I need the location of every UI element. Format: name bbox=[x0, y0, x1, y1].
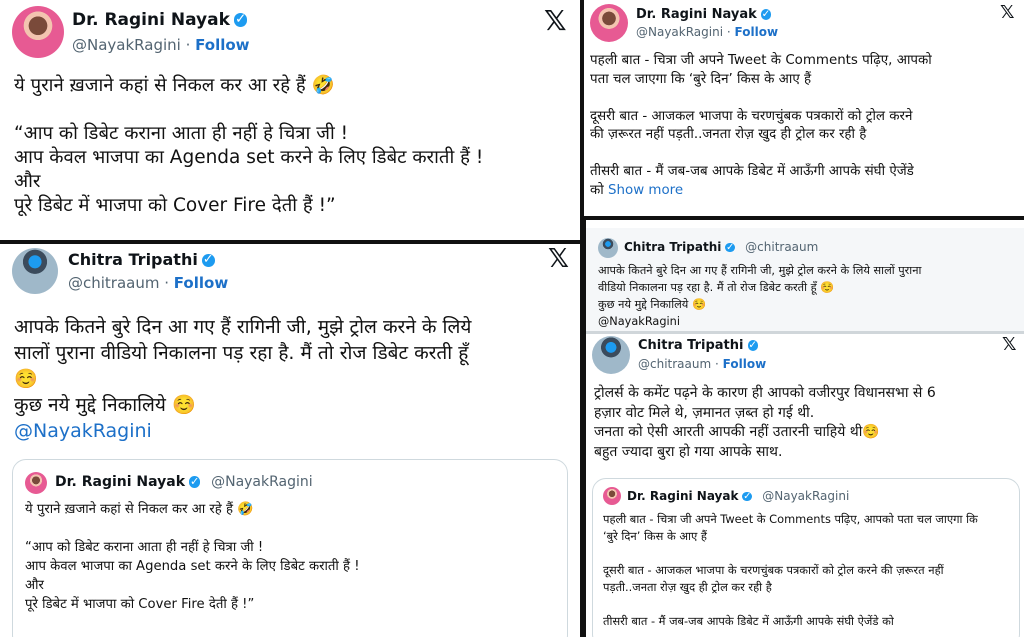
quoted-tweet-text: ये पुराने ख़जाने कहां से निकल कर आ रहे ह… bbox=[25, 502, 360, 612]
verified-badge-icon: ✓ bbox=[747, 339, 758, 352]
verified-badge-icon: ✓ bbox=[742, 490, 753, 502]
author-handle[interactable]: @chitraaum bbox=[68, 274, 159, 292]
author-name-text: Chitra Tripathi bbox=[68, 250, 198, 269]
quoted-author-row: Dr. Ragini Nayak ✓ @NayakRagini bbox=[627, 489, 849, 503]
show-more-link[interactable]: Show more bbox=[608, 183, 683, 198]
author-handle[interactable]: @NayakRagini bbox=[636, 25, 723, 39]
tweet-text: ये पुराने ख़जाने कहां से निकल कर आ रहे ह… bbox=[14, 75, 484, 216]
avatar[interactable] bbox=[590, 4, 628, 42]
quoted-author-handle: @NayakRagini bbox=[211, 474, 313, 490]
follow-button[interactable]: Follow bbox=[723, 357, 767, 371]
divider-right-horizontal-top bbox=[584, 216, 1024, 220]
x-logo-icon[interactable]: 𝕏 bbox=[544, 4, 567, 37]
verified-badge-icon: ✓ bbox=[201, 252, 215, 268]
quoted-tweet-text: पहली बात - चित्रा जी अपने Tweet के Comme… bbox=[603, 512, 978, 628]
tweet-text: आपके कितने बुरे दिन आ गए हैं रागिनी जी, … bbox=[14, 314, 574, 444]
author-handle[interactable]: @NayakRagini bbox=[72, 36, 181, 54]
tweet-text: ट्रोलर्स के कमेंट पढ़ने के कारण ही आपको … bbox=[594, 385, 936, 460]
author-handle-row: @NayakRagini · Follow bbox=[636, 25, 779, 39]
avatar bbox=[25, 472, 47, 494]
quoted-author-name: Dr. Ragini Nayak bbox=[627, 489, 739, 503]
quoted-author-row: Chitra Tripathi ✓ @chitraaum bbox=[624, 240, 818, 254]
author-name[interactable]: Dr. Ragini Nayak ✓ bbox=[72, 10, 248, 30]
verified-badge-icon: ✓ bbox=[189, 475, 201, 489]
author-name[interactable]: Dr. Ragini Nayak ✓ bbox=[636, 7, 772, 22]
x-logo-icon[interactable]: 𝕏 bbox=[548, 244, 569, 274]
tweet-panel-bottom-left: Chitra Tripathi ✓ @chitraaum · Follow 𝕏 आ… bbox=[0, 244, 580, 637]
author-handle-row: @chitraaum · Follow bbox=[638, 357, 767, 371]
tweet-text-body: आपके कितने बुरे दिन आ गए हैं रागिनी जी, … bbox=[14, 316, 472, 416]
author-handle-row: @chitraaum · Follow bbox=[68, 274, 229, 292]
quoted-author-row: Dr. Ragini Nayak ✓ @NayakRagini bbox=[55, 474, 313, 490]
verified-badge-icon: ✓ bbox=[760, 8, 772, 21]
verified-badge-icon: ✓ bbox=[233, 11, 248, 28]
tweet-text: पहली बात - चित्रा जी अपने Tweet के Comme… bbox=[590, 52, 1022, 200]
author-name-text: Chitra Tripathi bbox=[638, 338, 744, 353]
author-name-text: Dr. Ragini Nayak bbox=[72, 10, 230, 30]
follow-button[interactable]: Follow bbox=[735, 25, 779, 39]
divider-right-horizontal-mid bbox=[586, 331, 1024, 334]
avatar[interactable] bbox=[12, 248, 58, 294]
author-name[interactable]: Chitra Tripathi ✓ bbox=[68, 250, 215, 269]
quoted-tweet-panel-right-middle: Chitra Tripathi ✓ @chitraaum आपके कितने ब… bbox=[586, 228, 1024, 332]
quoted-author-handle: @NayakRagini bbox=[762, 489, 850, 503]
divider-right-vertical-inner bbox=[584, 220, 586, 637]
mention-link[interactable]: @NayakRagini bbox=[14, 420, 152, 442]
divider-left-horizontal bbox=[0, 240, 580, 244]
avatar[interactable] bbox=[592, 336, 630, 374]
quoted-author-name: Chitra Tripathi bbox=[624, 240, 722, 254]
author-handle[interactable]: @chitraaum bbox=[638, 357, 711, 371]
author-handle-row: @NayakRagini · Follow bbox=[72, 36, 250, 54]
x-logo-icon[interactable]: 𝕏 bbox=[1000, 2, 1015, 23]
author-name-text: Dr. Ragini Nayak bbox=[636, 7, 757, 22]
tweet-panel-bottom-right: Chitra Tripathi ✓ @chitraaum · Follow 𝕏 ट… bbox=[586, 334, 1024, 637]
quoted-tweet-text: आपके कितने बुरे दिन आ गए हैं रागिनी जी, … bbox=[598, 264, 922, 328]
author-name[interactable]: Chitra Tripathi ✓ bbox=[638, 338, 758, 353]
quoted-author-handle: @chitraaum bbox=[745, 240, 819, 254]
avatar bbox=[603, 487, 621, 505]
follow-button[interactable]: Follow bbox=[195, 36, 249, 54]
tweet-panel-top-left: Dr. Ragini Nayak ✓ @NayakRagini · Follow … bbox=[0, 0, 580, 240]
follow-button[interactable]: Follow bbox=[174, 274, 228, 292]
quoted-tweet[interactable]: Dr. Ragini Nayak ✓ @NayakRagini पहली बात … bbox=[592, 478, 1020, 637]
tweet-panel-top-right: Dr. Ragini Nayak ✓ @NayakRagini · Follow … bbox=[584, 0, 1024, 216]
quoted-author-name: Dr. Ragini Nayak bbox=[55, 474, 186, 490]
avatar bbox=[598, 238, 618, 258]
quoted-tweet[interactable]: Dr. Ragini Nayak ✓ @NayakRagini ये पुराने… bbox=[12, 459, 568, 637]
verified-badge-icon: ✓ bbox=[725, 241, 735, 253]
avatar[interactable] bbox=[12, 6, 64, 58]
x-logo-icon[interactable]: 𝕏 bbox=[1002, 334, 1017, 355]
tweet-text-body: पहली बात - चित्रा जी अपने Tweet के Comme… bbox=[590, 53, 932, 198]
